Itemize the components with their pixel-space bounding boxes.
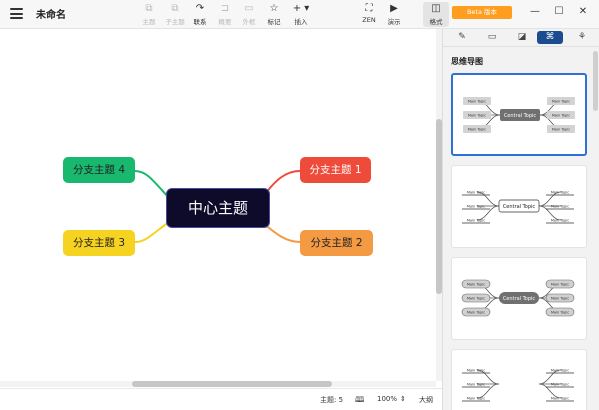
scroll-thumb[interactable] — [132, 381, 332, 387]
template-branch-label: Main Topic — [551, 369, 569, 373]
maximize-icon[interactable]: ☐ — [552, 5, 566, 19]
branch-topic-1[interactable]: 分支主题 1 — [300, 157, 371, 183]
template-thumbnail: Main Topic Main Topic Main Topic Main Topic… — [461, 279, 575, 317]
topic-button[interactable]: ⧉ 主题 — [136, 2, 162, 27]
template-central-label: Central Topic — [504, 113, 537, 119]
template-thumbnail: Main Topic Main Topic Main Topic Main Topic… — [462, 369, 574, 402]
status-bar: 主题: 5 🕮 100% ⇕ 大纲 — [0, 388, 442, 410]
subtopic-icon: ⧉ — [171, 3, 179, 14]
branch-topic-4[interactable]: 分支主题 4 — [63, 157, 135, 183]
branch-topic-2[interactable]: 分支主题 2 — [300, 230, 373, 256]
central-topic[interactable]: 中心主题 — [166, 188, 270, 228]
outline-toggle[interactable]: 大纲 — [419, 395, 433, 405]
template-central-label: Central Topic — [503, 296, 536, 302]
hamburger-menu-icon[interactable] — [10, 8, 23, 19]
template-branch-label: Main Topic — [551, 219, 569, 223]
template-branch-label: Main Topic — [468, 114, 486, 118]
template-branch-label: Main Topic — [467, 369, 485, 373]
panel-scrollbar[interactable] — [593, 51, 598, 111]
template-branch-label: Main Topic — [551, 297, 569, 301]
zen-icon: ⛶ — [365, 3, 373, 14]
template-thumbnail: Main Topic Main Topic Main Topic Main Topic… — [462, 191, 574, 224]
star-icon: ☆ — [269, 3, 279, 14]
mindmap-canvas[interactable]: 中心主题 分支主题 1 分支主题 2 分支主题 3 分支主题 4 — [0, 29, 436, 381]
template-branch-label: Main Topic — [467, 297, 485, 301]
zoom-level[interactable]: 100% — [377, 395, 397, 403]
template-branch-label: Main Topic — [551, 311, 569, 315]
template-card-2[interactable]: Main Topic Main Topic Main Topic Main Topic… — [451, 165, 587, 248]
marker-button[interactable]: ☆ 标记 — [261, 2, 287, 27]
close-icon[interactable]: ✕ — [576, 5, 590, 19]
template-central-label: Central Topic — [503, 204, 536, 210]
template-branch-label: Main Topic — [467, 311, 485, 315]
app-window: 未命名 ⧉ 主题 ⧉ 子主题 ↷ 联系 ⊐ 概要 ▭ 外框 ☆ 标记 + ▾ 插… — [0, 0, 599, 410]
subtopic-button[interactable]: ⧉ 子主题 — [162, 2, 188, 27]
summary-button[interactable]: ▭ 外框 — [236, 2, 262, 27]
toolbar: 未命名 ⧉ 主题 ⧉ 子主题 ↷ 联系 ⊐ 概要 ▭ 外框 ☆ 标记 + ▾ 插… — [0, 0, 599, 29]
zoom-stepper-icon[interactable]: ⇕ — [400, 395, 406, 403]
template-branch-label: Main Topic — [467, 191, 485, 195]
format-panel: ✎ ▭ ◪ ⌘ ⚘ 思维导图 Main Topic Main Topic Main … — [442, 29, 599, 410]
minimize-icon[interactable]: — — [528, 5, 542, 19]
template-branch-label: Main Topic — [552, 114, 570, 118]
format-icon: ◫ — [431, 3, 441, 14]
connector-b3 — [134, 221, 170, 243]
relationship-icon: ↷ — [195, 3, 205, 14]
template-card-4[interactable]: Main Topic Main Topic Main Topic Main Topic… — [451, 349, 587, 410]
present-icon: ▶ — [390, 3, 398, 14]
branch-topic-3[interactable]: 分支主题 3 — [63, 230, 135, 256]
topic-icon: ⧉ — [145, 3, 153, 14]
document-title[interactable]: 未命名 — [36, 6, 66, 21]
insert-button[interactable]: + ▾ 插入 — [288, 2, 314, 27]
template-branch-label: Main Topic — [468, 128, 486, 132]
beta-button[interactable]: Beta 版本 — [452, 6, 512, 19]
template-branch-label: Main Topic — [467, 205, 485, 209]
template-branch-label: Main Topic — [551, 397, 569, 401]
section-title: 思维导图 — [451, 57, 483, 66]
connector-b4 — [134, 170, 170, 199]
template-thumbnail: Main Topic Main Topic Main Topic Main Topic… — [463, 97, 575, 133]
template-branch-label: Main Topic — [551, 191, 569, 195]
zen-button[interactable]: ⛶ ZEN — [356, 2, 382, 27]
summary-icon: ▭ — [244, 3, 254, 14]
note-icon[interactable]: ◪ — [511, 31, 533, 44]
template-branch-label: Main Topic — [467, 397, 485, 401]
template-card-3[interactable]: Main Topic Main Topic Main Topic Main Topic… — [451, 257, 587, 340]
relationship-button[interactable]: ↷ 联系 — [187, 2, 213, 27]
panel-tabs: ✎ ▭ ◪ ⌘ ⚘ — [443, 29, 599, 47]
book-icon[interactable]: 🕮 — [355, 394, 364, 408]
boundary-button[interactable]: ⊐ 概要 — [212, 2, 238, 27]
template-branch-label: Main Topic — [467, 219, 485, 223]
topic-count: 主题: 5 — [320, 396, 344, 404]
template-branch-label: Main Topic — [552, 100, 570, 104]
theme-icon[interactable]: ⌘ — [537, 31, 563, 44]
tag-icon[interactable]: ▭ — [481, 31, 503, 44]
template-branch-label: Main Topic — [551, 205, 569, 209]
template-card-1[interactable]: Main Topic Main Topic Main Topic Main Topic… — [451, 73, 587, 156]
palette-icon[interactable]: ⚘ — [571, 31, 593, 44]
template-branch-label: Main Topic — [467, 383, 485, 387]
canvas-horizontal-scrollbar[interactable] — [0, 381, 436, 387]
template-branch-label: Main Topic — [468, 100, 486, 104]
boundary-icon: ⊐ — [220, 3, 230, 14]
template-branch-label: Main Topic — [551, 283, 569, 287]
plus-icon: + ▾ — [292, 3, 310, 14]
template-branch-label: Main Topic — [467, 283, 485, 287]
present-button[interactable]: ▶ 演示 — [381, 2, 407, 27]
format-button[interactable]: ◫ 格式 — [423, 2, 449, 27]
brush-icon[interactable]: ✎ — [451, 31, 473, 44]
template-branch-label: Main Topic — [552, 128, 570, 132]
template-branch-label: Main Topic — [551, 383, 569, 387]
